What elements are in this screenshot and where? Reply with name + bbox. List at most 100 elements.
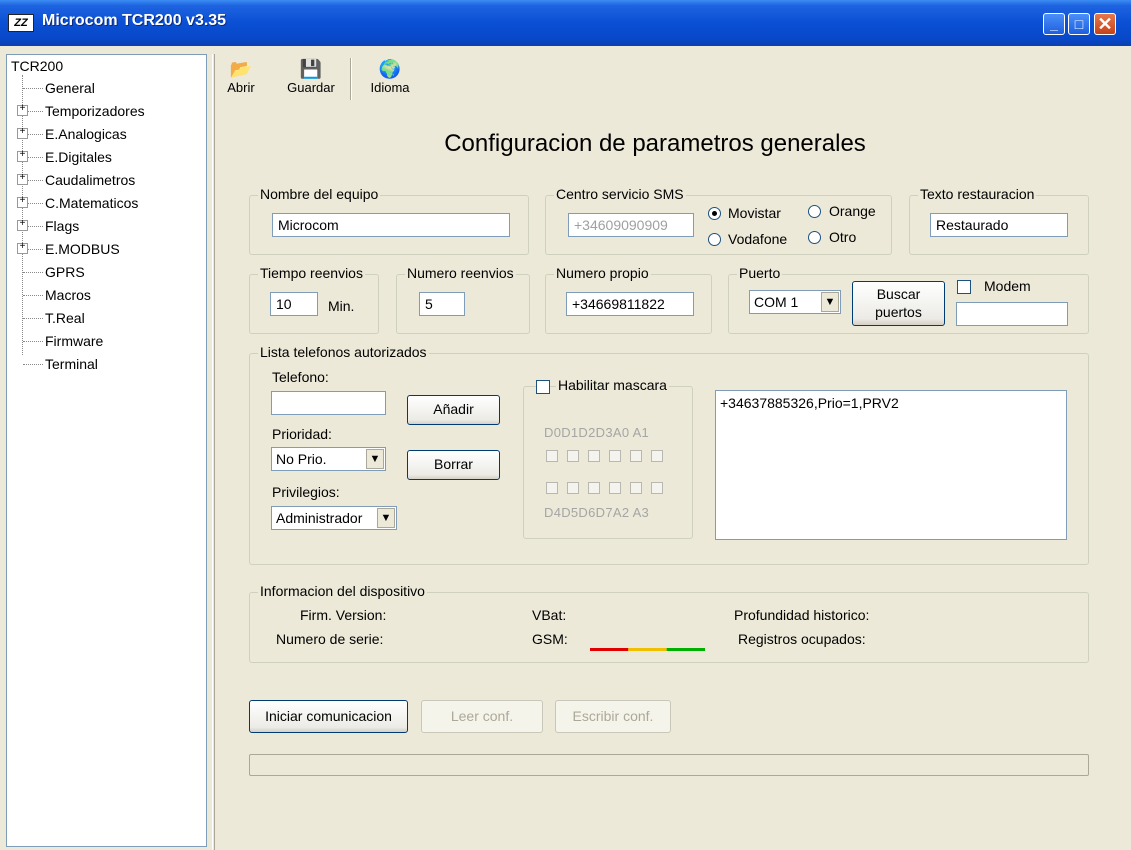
gsm-signal-segment — [628, 648, 667, 651]
tree-connector — [23, 295, 43, 296]
expand-plus-icon[interactable]: + — [17, 105, 28, 116]
mask-checkbox-d4[interactable] — [546, 482, 558, 494]
radio-vodafone[interactable] — [708, 233, 721, 246]
delete-button[interactable]: Borrar — [407, 450, 500, 480]
authorized-phones-label: Lista telefonos autorizados — [258, 344, 429, 360]
tree-connector — [23, 341, 43, 342]
privileges-select[interactable]: Administrador ▼ — [271, 506, 397, 530]
chevron-down-icon[interactable]: ▼ — [821, 292, 839, 312]
port-select[interactable]: COM 1 ▼ — [749, 290, 841, 314]
restore-text-field[interactable]: Restaurado — [930, 213, 1068, 237]
phone-field[interactable] — [271, 391, 386, 415]
tree-item-terminal[interactable]: Terminal — [45, 353, 98, 375]
radio-orange[interactable] — [808, 205, 821, 218]
chevron-down-icon[interactable]: ▼ — [366, 449, 384, 469]
tree-connector — [23, 318, 43, 319]
mask-checkbox-d6[interactable] — [588, 482, 600, 494]
minimize-button[interactable]: _ — [1043, 13, 1065, 35]
expand-plus-icon[interactable]: + — [17, 243, 28, 254]
device-info-group: Informacion del dispositivo Firm. Versio… — [249, 583, 1089, 663]
device-name-group: Nombre del equipo Microcom — [249, 186, 529, 255]
navigation-tree[interactable]: TCR200 General + Temporizadores + E.Analogic… — [6, 54, 207, 847]
expand-plus-icon[interactable]: + — [17, 128, 28, 139]
mask-checkbox-d0[interactable] — [546, 450, 558, 462]
open-button[interactable]: 📂 Abrir — [222, 58, 260, 95]
modem-field[interactable] — [956, 302, 1068, 326]
maximize-button[interactable]: □ — [1068, 13, 1090, 35]
tree-item-caudalimetros[interactable]: Caudalimetros — [45, 169, 135, 191]
app-logo-icon: ZZ — [8, 14, 34, 32]
records-used-label: Registros ocupados: — [738, 631, 866, 647]
expand-plus-icon[interactable]: + — [17, 220, 28, 231]
tree-item-t-real[interactable]: T.Real — [45, 307, 85, 329]
mask-checkbox-a1[interactable] — [651, 450, 663, 462]
device-name-field[interactable]: Microcom — [272, 213, 510, 237]
resend-time-field[interactable]: 10 — [270, 292, 318, 316]
enable-mask-checkbox[interactable] — [536, 380, 550, 394]
mask-checkbox-d3[interactable] — [609, 450, 621, 462]
radio-movistar[interactable] — [708, 207, 721, 220]
port-label: Puerto — [737, 265, 783, 281]
tree-item-macros[interactable]: Macros — [45, 284, 91, 306]
mask-checkbox-a3[interactable] — [651, 482, 663, 494]
tree-item-firmware[interactable]: Firmware — [45, 330, 103, 352]
chevron-down-icon[interactable]: ▼ — [377, 508, 395, 528]
mask-top-labels: D0D1D2D3A0 A1 — [544, 425, 650, 440]
language-button[interactable]: 🌍 Idioma — [360, 58, 420, 95]
mask-checkbox-d2[interactable] — [588, 450, 600, 462]
page-title: Configuracion de parametros generales — [444, 130, 866, 157]
resend-time-label: Tiempo reenvios — [258, 265, 365, 281]
authorized-phones-list[interactable]: +34637885326,Prio=1,PRV2 — [715, 390, 1067, 540]
close-button[interactable]: ✕ — [1094, 13, 1116, 35]
port-group: Puerto COM 1 ▼ Buscar puertos Modem — [728, 265, 1089, 334]
resend-count-group: Numero reenvios 5 — [396, 265, 530, 334]
save-button[interactable]: 💾 Guardar — [282, 58, 340, 95]
list-item[interactable]: +34637885326,Prio=1,PRV2 — [720, 395, 1062, 411]
tree-connector — [23, 364, 43, 365]
progress-bar — [249, 754, 1089, 776]
tree-item-e-digitales[interactable]: E.Digitales — [45, 146, 112, 168]
tree-item-general[interactable]: General — [45, 77, 95, 99]
own-number-label: Numero propio — [554, 265, 651, 281]
title-bar[interactable]: ZZ Microcom TCR200 v3.35 _ □ ✕ — [0, 0, 1131, 46]
start-communication-button[interactable]: Iniciar comunicacion — [249, 700, 408, 733]
tree-item-gprs[interactable]: GPRS — [45, 261, 85, 283]
tree-item-e-analogicas[interactable]: E.Analogicas — [45, 123, 127, 145]
sms-center-group: Centro servicio SMS +34609090909 Movista… — [545, 186, 892, 255]
sms-center-field[interactable]: +34609090909 — [568, 213, 694, 237]
expand-plus-icon[interactable]: + — [17, 197, 28, 208]
restore-text-group: Texto restauracion Restaurado — [909, 186, 1089, 255]
tree-item-flags[interactable]: Flags — [45, 215, 79, 237]
search-ports-button[interactable]: Buscar puertos — [852, 281, 945, 326]
resend-count-label: Numero reenvios — [405, 265, 516, 281]
history-depth-label: Profundidad historico: — [734, 607, 870, 623]
modem-checkbox[interactable] — [957, 280, 971, 294]
phone-label: Telefono: — [272, 369, 329, 385]
add-button[interactable]: Añadir — [407, 395, 500, 425]
mask-checkbox-d7[interactable] — [609, 482, 621, 494]
tree-item-temporizadores[interactable]: Temporizadores — [45, 100, 145, 122]
tree-root[interactable]: TCR200 — [11, 55, 63, 77]
firmware-version-label: Firm. Version: — [300, 607, 387, 623]
gsm-signal-bar — [590, 648, 705, 651]
tree-item-c-matematicos[interactable]: C.Matematicos — [45, 192, 138, 214]
expand-plus-icon[interactable]: + — [17, 174, 28, 185]
own-number-field[interactable]: +34669811822 — [566, 292, 694, 316]
splitter[interactable] — [212, 54, 215, 850]
mask-checkbox-d1[interactable] — [567, 450, 579, 462]
write-config-button[interactable]: Escribir conf. — [555, 700, 671, 733]
mask-group: Habilitar mascara D0D1D2D3A0 A1 D4D5D6D7… — [523, 377, 693, 539]
mask-checkbox-a2[interactable] — [630, 482, 642, 494]
floppy-disk-icon: 💾 — [299, 59, 323, 79]
mask-checkbox-d5[interactable] — [567, 482, 579, 494]
read-config-button[interactable]: Leer conf. — [421, 700, 543, 733]
resend-count-field[interactable]: 5 — [419, 292, 465, 316]
expand-plus-icon[interactable]: + — [17, 151, 28, 162]
radio-orange-label: Orange — [829, 203, 876, 219]
priority-select[interactable]: No Prio. ▼ — [271, 447, 386, 471]
resend-time-group: Tiempo reenvios 10 Min. — [249, 265, 379, 334]
radio-vodafone-label: Vodafone — [728, 231, 788, 247]
mask-checkbox-a0[interactable] — [630, 450, 642, 462]
radio-otro[interactable] — [808, 231, 821, 244]
tree-item-e-modbus[interactable]: E.MODBUS — [45, 238, 120, 260]
